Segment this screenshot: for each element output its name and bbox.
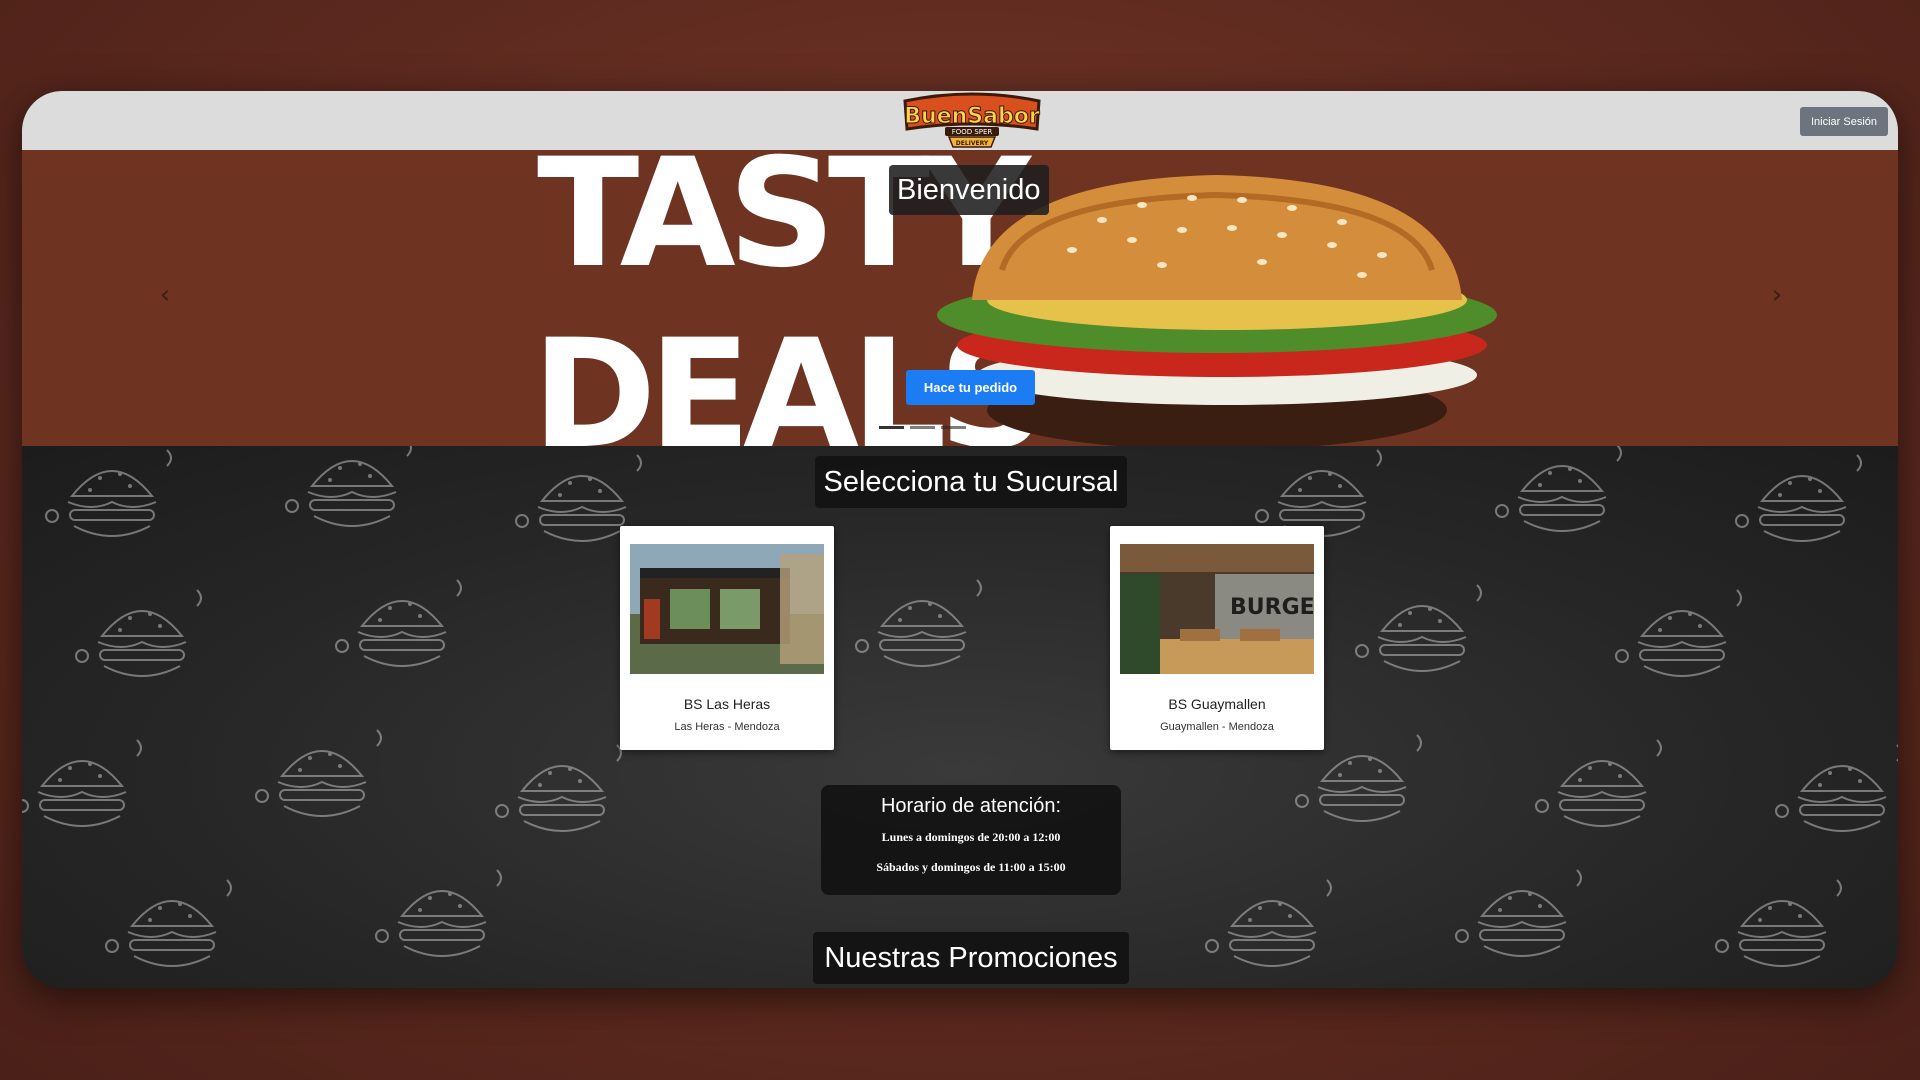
branch-photo: BURGER (1120, 544, 1314, 674)
logo-text: BuenSabor (904, 104, 1040, 129)
branch-card-guaymallen[interactable]: BURGER BS Guaymallen Guaymallen - Mendoz… (1110, 526, 1324, 750)
chevron-right-icon[interactable]: › (1762, 280, 1792, 310)
hours-weekends: Sábados y domingos de 11:00 a 15:00 (876, 860, 1066, 874)
hero-title: Bienvenido (889, 165, 1049, 215)
browser-window: BuenSabor FOOD SPER DELIVERY Iniciar Ses… (22, 91, 1898, 988)
logo-tagline-bottom: DELIVERY (956, 140, 989, 147)
branch-name: BS Las Heras (683, 696, 771, 712)
carousel-indicator-2[interactable] (910, 426, 935, 429)
opening-hours-box: Horario de atención: Lunes a domingos de… (821, 785, 1121, 895)
buensabor-logo[interactable]: BuenSabor FOOD SPER DELIVERY (897, 91, 1047, 151)
top-navbar: BuenSabor FOOD SPER DELIVERY Iniciar Ses… (22, 91, 1898, 150)
hours-title: Horario de atención: (880, 795, 1062, 817)
chevron-left-icon[interactable]: ‹ (150, 280, 180, 310)
carousel-indicators (879, 426, 966, 429)
branch-location: Las Heras - Mendoza (674, 721, 780, 733)
carousel-indicator-3[interactable] (941, 426, 966, 429)
branch-card-las-heras[interactable]: BS Las Heras Las Heras - Mendoza (620, 526, 834, 750)
branch-photo (630, 544, 824, 674)
burger-doodle-pattern (22, 446, 1898, 967)
promotions-title: Nuestras Promociones (813, 932, 1129, 984)
branch-location: Guaymallen - Mendoza (1160, 721, 1274, 733)
branch-sign-text: BURGER (1230, 595, 1314, 620)
login-button[interactable]: Iniciar Sesión (1800, 107, 1888, 136)
hours-weekdays: Lunes a domingos de 20:00 a 12:00 (881, 830, 1061, 844)
hero-carousel: TASTY DEALS Bienvenido Hace tu pedido ‹ … (22, 150, 1898, 446)
logo-tagline-top: FOOD SPER (952, 128, 993, 136)
select-branch-title: Selecciona tu Sucursal (815, 456, 1127, 508)
carousel-indicator-1[interactable] (879, 426, 904, 429)
branches-section: Selecciona tu Sucursal BS Las Heras Las … (22, 446, 1898, 988)
order-button[interactable]: Hace tu pedido (906, 370, 1035, 405)
branch-name: BS Guaymallen (1168, 696, 1266, 712)
